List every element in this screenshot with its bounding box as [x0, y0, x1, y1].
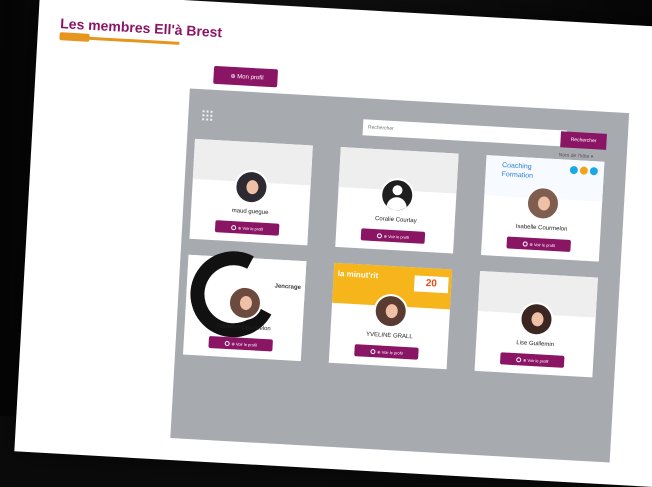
member-card[interactable]: la minut'rit 20 YVELINE GRALL ⊕ Voir le … [328, 262, 453, 370]
eye-icon [522, 240, 528, 247]
view-profile-button[interactable]: ⊕ Voir le profil [354, 344, 419, 360]
eye-icon [376, 232, 382, 238]
member-card[interactable]: Coaching Formation Isabelle Courmelon ⊕ V… [481, 155, 605, 262]
member-name: Isabelle Courmelon [515, 223, 568, 233]
eye-icon [370, 348, 376, 354]
eye-icon [224, 340, 230, 346]
member-card[interactable]: Lise Guillemin ⊕ Voir le profil [474, 271, 598, 378]
view-profile-button[interactable]: ⊕ Voir le profil [360, 228, 426, 244]
member-name: YVELINE GRALL [365, 331, 413, 341]
balloons-icon [569, 165, 599, 176]
view-profile-button[interactable]: ⊕ Voir le profil [208, 335, 273, 352]
search-input[interactable] [362, 119, 568, 147]
member-card[interactable]: maud guegue ⊕ Voir le profil [189, 138, 313, 246]
view-profile-button[interactable]: ⊕ Voir le profil [506, 236, 571, 253]
member-card[interactable]: Coralie Courtay ⊕ Voir le profil [335, 147, 459, 254]
coaching-text: Coaching Formation [501, 162, 534, 180]
brand-text: Jencrage [274, 283, 302, 292]
browser-page: Les membres Ell'à Brest ⊕ Mon profil Rec… [14, 0, 652, 487]
member-avatar [525, 185, 561, 222]
member-avatar [233, 169, 270, 206]
members-panel: Rechercher Nom de l'hôte ▾ maud guegue ⊕… [170, 88, 630, 463]
member-card[interactable]: Jencrage Nolwenn Courmelon ⊕ Voir le pro… [182, 254, 307, 362]
eye-icon [230, 224, 237, 230]
search-button[interactable]: Rechercher [560, 131, 607, 150]
minuterie-text: la minut'rit [337, 269, 379, 281]
member-name: Coralie Courtay [374, 216, 417, 225]
view-profile-button[interactable]: ⊕ Voir le profil [214, 220, 280, 236]
my-profile-button[interactable]: ⊕ Mon profil [213, 65, 279, 88]
grid-view-icon[interactable] [202, 110, 213, 121]
member-name: maud guegue [231, 208, 269, 217]
year-text: 20 [413, 275, 449, 294]
member-name: Lise Guillemin [516, 340, 555, 349]
view-profile-button[interactable]: ⊕ Voir le profil [499, 352, 565, 368]
eye-icon [515, 356, 522, 362]
